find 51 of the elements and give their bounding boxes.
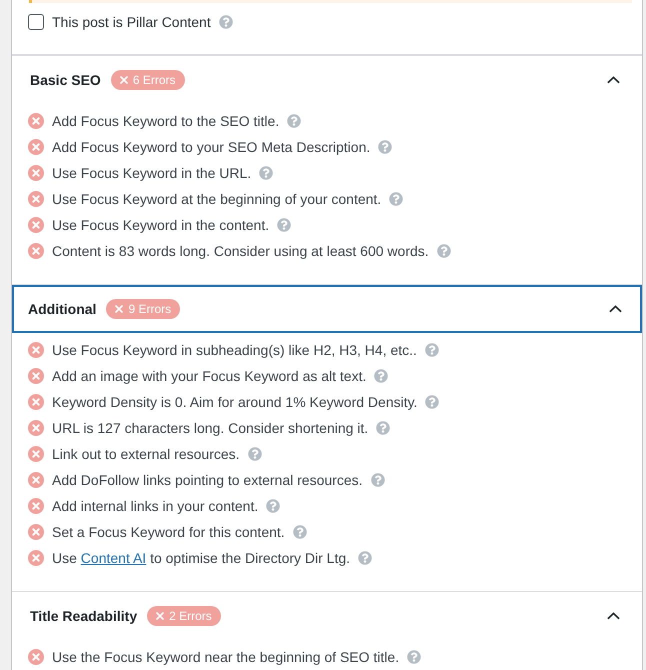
help-icon[interactable]: [248, 447, 262, 461]
x-icon: [115, 305, 124, 313]
help-icon[interactable]: [218, 15, 233, 29]
help-icon[interactable]: [389, 192, 404, 206]
check-result-text: Content is 83 words long. Consider using at least 600 words.: [52, 242, 429, 261]
check-result-text: Add DoFollow links pointing to external resources.: [52, 470, 362, 490]
checkbox[interactable]: [28, 14, 44, 30]
check-result-text: Link out to external resources.: [52, 444, 240, 464]
help-icon[interactable]: [277, 218, 292, 232]
accordion-header[interactable]: Title Readability 2 Errors: [12, 592, 642, 640]
badge-label: 2 Errors: [169, 610, 212, 622]
chevron-icon[interactable]: [607, 612, 620, 620]
section-title: Additional: [28, 300, 96, 318]
help-icon[interactable]: [376, 421, 390, 435]
chevron-icon[interactable]: [607, 76, 620, 84]
x-icon: [156, 612, 164, 620]
help-icon[interactable]: [378, 140, 392, 154]
help-icon[interactable]: [287, 114, 302, 128]
check-result-text: Use Focus Keyword in the URL.: [52, 164, 252, 183]
help-icon[interactable]: [370, 473, 384, 487]
check-result-text: Add an image with your Focus Keyword as alt text.: [52, 366, 366, 386]
help-icon[interactable]: [358, 551, 372, 565]
chevron-icon[interactable]: [609, 305, 622, 313]
check-result-text: Add internal links in your content.: [52, 496, 258, 516]
check-result-text: Add Focus Keyword to the SEO title.: [52, 112, 280, 131]
section-title: Basic SEO: [30, 70, 101, 90]
check-result-text: Use Focus Keyword at the beginning of your content.: [52, 190, 382, 209]
badge-label: 6 Errors: [132, 74, 176, 86]
help-icon[interactable]: [436, 244, 451, 258]
content-ai-link[interactable]: Content AI: [80, 550, 146, 566]
help-icon[interactable]: [292, 525, 307, 539]
check-result-text: Use Focus Keyword in the content.: [52, 216, 270, 235]
check-result-text: URL is 127 characters long. Consider shortening it.: [52, 418, 368, 438]
check-result-text: Add Focus Keyword to your SEO Meta Description.: [52, 138, 370, 157]
help-icon[interactable]: [259, 166, 274, 180]
check-result-text: Use Focus Keyword in subheading(s) like H2, H3, H4, etc..: [52, 340, 417, 360]
check-result-text: Keyword Density is 0. Aim for around 1% Keyword Density.: [52, 392, 418, 412]
help-icon[interactable]: [424, 343, 439, 357]
accordion-header[interactable]: Additional 9 Errors: [12, 285, 642, 333]
accordion-header[interactable]: Basic SEO 6 Errors: [12, 56, 642, 104]
check-result-text: Use Content AI to optimise the Directory Dir Ltg.: [52, 548, 350, 568]
checkbox-label[interactable]: This post is Pillar Content: [52, 12, 211, 32]
check-result-text: Use the Focus Keyword near the beginning of SEO title.: [52, 648, 400, 667]
badge-label: 9 Errors: [128, 303, 172, 315]
help-icon[interactable]: [407, 650, 422, 664]
x-icon: [120, 76, 128, 84]
section-title: Title Readability: [30, 606, 138, 626]
help-icon[interactable]: [374, 369, 388, 383]
help-icon[interactable]: [266, 499, 280, 513]
help-icon[interactable]: [425, 395, 440, 409]
check-result-text: Set a Focus Keyword for this content.: [52, 522, 285, 542]
